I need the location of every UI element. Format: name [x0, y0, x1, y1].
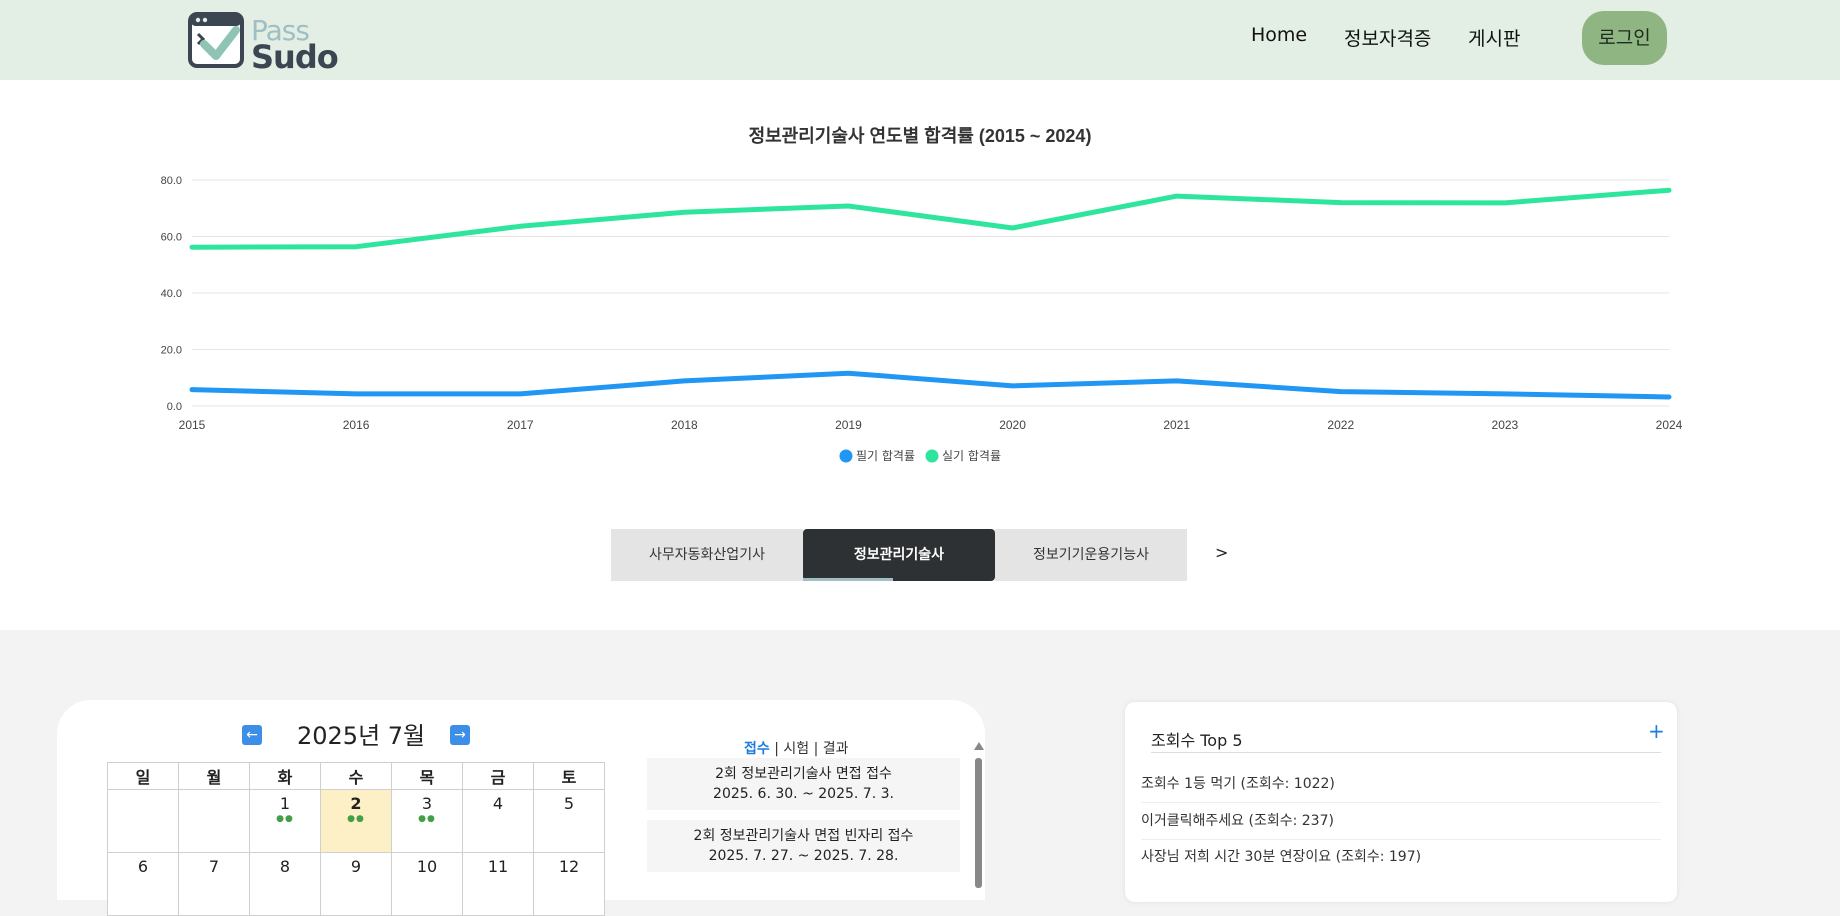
day-number: 8	[279, 857, 291, 876]
weekday-wed: 수	[320, 762, 392, 790]
top5-title: 조회수 Top 5	[1151, 731, 1243, 750]
top5-list-item[interactable]: 이거클릭해주세요 (조회수: 237)	[1141, 810, 1661, 830]
weekday-sun: 일	[107, 762, 179, 790]
x-tick-label: 2017	[507, 418, 534, 432]
x-tick-label: 2019	[835, 418, 862, 432]
day-number: 2	[350, 794, 362, 813]
y-tick-label: 80.0	[161, 175, 182, 187]
weekday-tue: 화	[249, 762, 321, 790]
schedule-item[interactable]: 2회 정보관리기술사 면접 빈자리 접수 2025. 7. 27. ~ 2025…	[647, 820, 960, 872]
day-number: 3	[421, 794, 433, 813]
tabs-next-button[interactable]: >	[1215, 543, 1228, 562]
prev-month-icon[interactable]: ←	[242, 725, 262, 745]
calendar-day[interactable]: 12	[533, 852, 605, 916]
weekday-fri: 금	[462, 762, 534, 790]
event-dots-icon: ●●	[418, 814, 436, 824]
calendar-week-row: 1 ●● 2 ●● 3 ●● 4 5	[107, 789, 605, 853]
tab-info-management[interactable]: 정보관리기술사	[803, 529, 995, 581]
calendar-day[interactable]: 4	[462, 789, 534, 853]
tab-info-management-label: 정보관리기술사	[853, 547, 945, 563]
weekday-thu: 목	[391, 762, 463, 790]
day-number: 4	[492, 794, 504, 813]
active-tab-indicator	[803, 578, 893, 581]
calendar-week-row: 6 7 8 9 10 11 12	[107, 852, 605, 916]
calendar-day[interactable]: 7	[178, 852, 250, 916]
schedule-tab-exam[interactable]: | 시험	[774, 741, 809, 757]
top5-list-item[interactable]: 조회수 1등 먹기 (조회수: 1022)	[1141, 773, 1661, 793]
day-number: 12	[558, 857, 580, 876]
schedule-tab-registration[interactable]: 접수	[744, 741, 770, 757]
weekday-header-row: 일 월 화 수 목 금 토	[107, 762, 605, 790]
day-number: 11	[487, 857, 509, 876]
day-number: 9	[350, 857, 362, 876]
top5-item-divider	[1141, 839, 1661, 840]
calendar-day[interactable]: 10	[391, 852, 463, 916]
schedule-item[interactable]: 2회 정보관리기술사 면접 접수 2025. 6. 30. ~ 2025. 7.…	[647, 758, 960, 810]
weekday-sat: 토	[533, 762, 605, 790]
x-tick-label: 2021	[1163, 418, 1190, 432]
schedule-scrollbar[interactable]	[975, 758, 982, 888]
x-tick-label: 2020	[999, 418, 1026, 432]
y-tick-label: 0.0	[167, 401, 182, 413]
y-tick-label: 40.0	[161, 288, 182, 300]
event-dots-icon: ●●	[347, 814, 365, 824]
x-tick-label: 2015	[179, 418, 206, 432]
y-tick-label: 60.0	[161, 232, 182, 244]
x-tick-label: 2024	[1656, 418, 1683, 432]
x-tick-label: 2018	[671, 418, 698, 432]
tab-office-automation[interactable]: 사무자동화산업기사	[611, 529, 803, 581]
day-number: 6	[137, 857, 149, 876]
next-month-icon[interactable]: →	[450, 725, 470, 745]
schedule-item-date: 2025. 7. 27. ~ 2025. 7. 28.	[708, 848, 899, 864]
legend-marker-icon	[925, 449, 939, 463]
scroll-up-arrow-icon[interactable]	[974, 742, 984, 750]
day-number: 7	[208, 857, 220, 876]
x-tick-label: 2023	[1492, 418, 1519, 432]
schedule-item-title: 2회 정보관리기술사 면접 빈자리 접수	[693, 828, 914, 844]
calendar-day[interactable]: 9	[320, 852, 392, 916]
weekday-mon: 월	[178, 762, 250, 790]
calendar-day[interactable]: 5	[533, 789, 605, 853]
calendar-day[interactable]: 11	[462, 852, 534, 916]
calendar-day[interactable]: 3 ●●	[391, 789, 463, 853]
schedule-item-date: 2025. 6. 30. ~ 2025. 7. 3.	[713, 786, 894, 802]
schedule-tab-result[interactable]: | 결과	[814, 741, 849, 757]
pass-rate-line-chart: 80.0 60.0 40.0 20.0 0.0 2015 2016 2017 2018 2019 2…	[161, 175, 1683, 463]
series-line	[189, 187, 1672, 250]
schedule-item-title: 2회 정보관리기술사 면접 접수	[715, 766, 892, 782]
calendar-day[interactable]: 6	[107, 852, 179, 916]
day-number: 10	[416, 857, 438, 876]
legend-label: 실기 합격률	[942, 449, 1001, 463]
y-tick-label: 20.0	[161, 345, 182, 357]
calendar-day[interactable]: 1 ●●	[249, 789, 321, 853]
calendar-day[interactable]: 8	[249, 852, 321, 916]
x-tick-label: 2016	[343, 418, 370, 432]
calendar-grid: 일 월 화 수 목 금 토 1 ●● 2 ●● 3 ●● 4 5 6 7 8 9 10…	[107, 762, 605, 916]
day-number: 5	[563, 794, 575, 813]
calendar-day	[107, 789, 179, 853]
x-tick-label: 2022	[1327, 418, 1354, 432]
series-line	[189, 370, 1672, 400]
top5-divider	[1151, 752, 1661, 753]
calendar-day-today[interactable]: 2 ●●	[320, 789, 392, 853]
tab-info-device[interactable]: 정보기기운용기능사	[995, 529, 1187, 581]
day-number: 1	[279, 794, 291, 813]
legend-marker-icon	[839, 449, 853, 463]
event-dots-icon: ●●	[276, 814, 294, 824]
top5-list-item[interactable]: 사장님 저희 시간 30분 연장이요 (조회수: 197)	[1141, 846, 1661, 866]
top5-item-divider	[1141, 802, 1661, 803]
calendar-month-label: 2025년 7월	[297, 722, 426, 750]
calendar-day	[178, 789, 250, 853]
top5-more-button[interactable]: +	[1648, 719, 1665, 743]
schedule-filter-tabs: 접수 | 시험 | 결과	[744, 738, 849, 758]
legend-label: 필기 합격률	[856, 449, 915, 463]
